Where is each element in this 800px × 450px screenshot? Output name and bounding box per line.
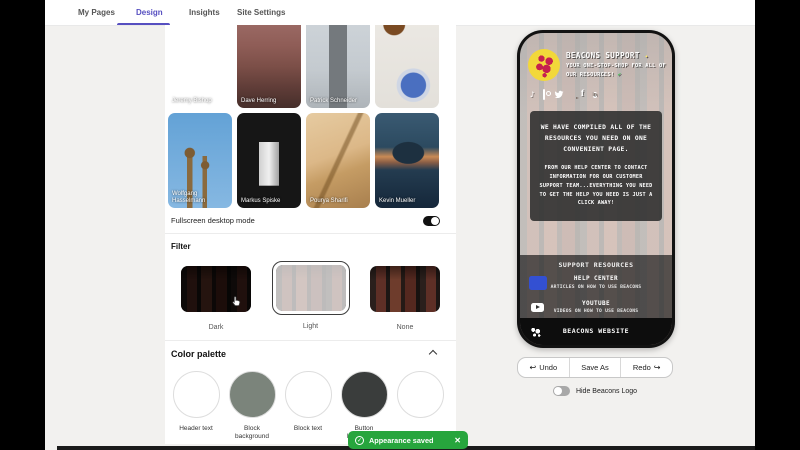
action-button-group: ↩ Undo Save As Redo ↪ [517, 357, 673, 378]
background-image-grid: Jeremy Bishop Dave Herring Patrick Schne… [168, 25, 453, 208]
link-help-center[interactable]: HELP CENTER ARTICLES ON HOW TO USE BEACO… [520, 269, 672, 294]
color-circle [172, 371, 220, 418]
beacons-logo-icon [529, 325, 543, 339]
color-circle [340, 371, 388, 418]
beacons-avatar [528, 49, 560, 81]
undo-arrow-icon: ↩ [529, 363, 537, 372]
toast-close-icon[interactable]: ✕ [454, 436, 461, 445]
selected-filter-frame [271, 261, 350, 315]
tiktok-icon[interactable]: ♪ [530, 91, 535, 99]
beacons-website-bar[interactable]: BEACONS WEBSITE [520, 318, 672, 345]
check-circle-icon: ✓ [355, 435, 364, 445]
social-icon-row: ♪ f in [520, 81, 672, 100]
filter-option-none[interactable]: None [361, 261, 449, 331]
background-option[interactable]: Markus Spiske [237, 113, 301, 208]
info-body: FROM OUR HELP CENTER TO CONTACT INFORMAT… [539, 165, 653, 207]
redo-arrow-icon: ↪ [653, 363, 661, 372]
swatch-block-text[interactable]: Block text [284, 371, 332, 442]
support-resources-block: SUPPORT RESOURCES HELP CENTER ARTICLES O… [520, 255, 672, 345]
photo-credit: Wolfgang Hasselmann [172, 190, 206, 204]
color-circle [284, 371, 332, 418]
tab-design[interactable]: Design [136, 0, 163, 25]
undo-button[interactable]: ↩ Undo [518, 358, 570, 377]
photo-credit: Jeremy Bishop [172, 97, 212, 104]
letterbox-right [755, 0, 800, 450]
hide-beacons-logo-label: Hide Beacons Logo [575, 387, 638, 395]
appearance-saved-toast: ✓ Appearance saved ✕ [348, 431, 468, 449]
fullscreen-desktop-mode-label: Fullscreen desktop mode [171, 216, 255, 225]
photo-credit: Dave Herring [241, 97, 277, 104]
fullscreen-desktop-mode-toggle[interactable] [423, 215, 440, 226]
info-heading: WE HAVE COMPILED ALL OF THE RESOURCES YO… [540, 124, 652, 154]
tab-site-settings[interactable]: Site Settings [237, 0, 285, 25]
filter-option-label: Dark [208, 324, 224, 331]
phone-preview: BEACONS SUPPORT ✦ YOUR ONE-STOP-SHOP FOR… [517, 30, 675, 348]
active-tab-underline [117, 22, 170, 25]
swatch-header-text[interactable]: Header text [172, 371, 220, 442]
redo-button[interactable]: Redo ↪ [621, 358, 672, 377]
background-option[interactable]: Kevin Mueller [375, 113, 439, 208]
background-option[interactable]: Jeremy Bishop [168, 25, 232, 108]
top-nav: My Pages Design Insights Site Settings [45, 0, 755, 26]
phone-screen: BEACONS SUPPORT ✦ YOUR ONE-STOP-SHOP FOR… [520, 33, 672, 345]
background-option[interactable] [375, 25, 439, 108]
tab-insights[interactable]: Insights [189, 0, 220, 25]
sparkle-icon: ✦ [644, 53, 649, 61]
color-circle [228, 371, 276, 418]
app-window: My Pages Design Insights Site Settings J… [45, 0, 755, 450]
profile-subtitle: YOUR ONE-STOP-SHOP FOR ALL OF OUR RESOUR… [566, 63, 666, 78]
toast-message: Appearance saved [369, 435, 434, 445]
linkedin-icon[interactable]: in [592, 90, 597, 100]
hide-beacons-logo-toggle[interactable] [552, 386, 570, 396]
link-youtube[interactable]: YOUTUBE VIDEOS ON HOW TO USE BEACONS [520, 294, 672, 319]
facebook-icon[interactable]: f [581, 90, 584, 100]
color-circle [396, 371, 444, 418]
help-center-icon [529, 276, 547, 290]
filter-option-light[interactable]: Light [267, 261, 355, 331]
background-option[interactable]: Pourya Sharifi [306, 113, 370, 208]
photo-credit: Markus Spiske [241, 197, 281, 204]
color-palette-section-title: Color palette [171, 349, 227, 359]
swatch-label: Block text [293, 425, 323, 432]
filter-section-title: Filter [171, 242, 191, 251]
save-as-button[interactable]: Save As [570, 358, 622, 377]
background-option[interactable]: Dave Herring [237, 25, 301, 108]
design-settings-panel: Jeremy Bishop Dave Herring Patrick Schne… [165, 25, 456, 444]
profile-title: BEACONS SUPPORT [566, 51, 640, 61]
photo-credit: Pourya Sharifi [310, 197, 348, 204]
swatch-label: Header text [179, 425, 213, 432]
filter-option-label: Light [302, 323, 319, 330]
background-option[interactable]: Wolfgang Hasselmann [168, 113, 232, 208]
photo-credit: Kevin Mueller [379, 197, 416, 204]
toggle-knob [553, 387, 562, 395]
twitter-icon[interactable] [554, 90, 564, 100]
tab-my-pages[interactable]: My Pages [78, 0, 115, 25]
letterbox-left [0, 0, 45, 450]
instagram-icon[interactable] [543, 89, 546, 100]
swatch-label: Block background [235, 425, 269, 441]
collapse-chevron-icon[interactable] [428, 349, 438, 359]
filter-option-dark[interactable]: Dark [172, 261, 260, 331]
check-emoji-icon: ✔ [617, 71, 622, 78]
youtube-play-icon [531, 302, 544, 312]
filter-option-label: None [396, 324, 414, 331]
resources-heading: SUPPORT RESOURCES [558, 261, 634, 269]
toggle-knob [431, 216, 439, 225]
background-option[interactable]: Patrick Schneider [306, 25, 370, 108]
photo-credit: Patrick Schneider [310, 97, 358, 104]
swatch-block-background[interactable]: Block background [228, 371, 276, 442]
info-text-block: WE HAVE COMPILED ALL OF THE RESOURCES YO… [530, 111, 662, 222]
